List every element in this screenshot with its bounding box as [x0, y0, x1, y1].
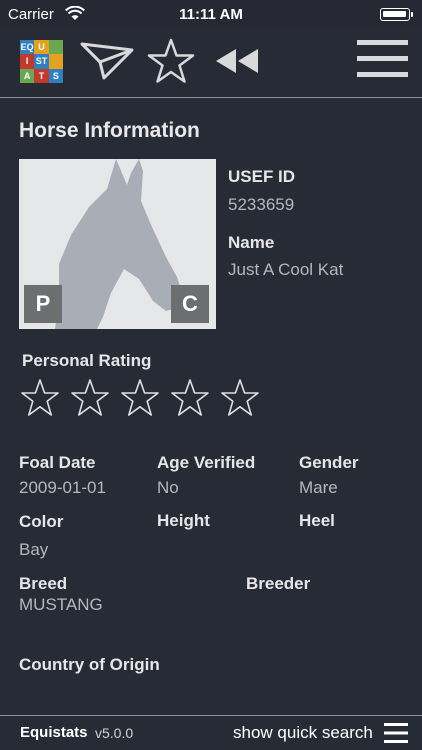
name-value: Just A Cool Kat	[228, 260, 344, 279]
rating-star-icon[interactable]	[20, 378, 60, 418]
heel-label: Heel	[299, 511, 335, 530]
page-title: Horse Information	[19, 119, 200, 142]
foal-date-value: 2009-01-01	[19, 478, 106, 497]
gender-value: Mare	[299, 478, 338, 497]
equistats-logo[interactable]: EQ U I ST A T S	[20, 40, 63, 83]
photo-badge-p[interactable]: P	[24, 285, 62, 323]
toolbar: EQ U I ST A T S	[0, 28, 422, 98]
usef-id-value: 5233659	[228, 195, 295, 214]
color-value: Bay	[19, 540, 49, 559]
rating-stars	[20, 378, 260, 418]
status-bar: Carrier 11:11 AM	[0, 0, 422, 28]
breed-value: MUSTANG	[19, 595, 103, 614]
battery-icon	[380, 8, 410, 21]
send-icon[interactable]	[80, 40, 134, 80]
quick-search-menu-icon[interactable]	[384, 722, 408, 744]
logo-tile: S	[48, 68, 63, 83]
age-verified-value: No	[157, 478, 179, 497]
breed-label: Breed	[19, 574, 68, 593]
clock: 11:11 AM	[179, 6, 243, 23]
breeder-label: Breeder	[246, 574, 311, 593]
logo-tile	[48, 54, 63, 69]
horse-photo[interactable]: P C	[19, 159, 216, 329]
version-label: v5.0.0	[95, 725, 134, 741]
height-label: Height	[157, 511, 210, 530]
age-verified-label: Age Verified	[157, 453, 256, 472]
photo-badge-c[interactable]: C	[171, 285, 209, 323]
gender-label: Gender	[299, 453, 359, 472]
bottom-bar: Equistats v5.0.0 show quick search	[0, 715, 422, 750]
menu-icon[interactable]	[357, 40, 408, 78]
show-quick-search-button[interactable]: show quick search	[233, 723, 373, 743]
bottom-divider	[0, 715, 422, 716]
rating-star-icon[interactable]	[120, 378, 160, 418]
logo-tile	[48, 40, 63, 55]
logo-tile: ST	[34, 54, 49, 69]
personal-rating-label: Personal Rating	[22, 351, 152, 370]
rating-star-icon[interactable]	[170, 378, 210, 418]
rating-star-icon[interactable]	[70, 378, 110, 418]
logo-tile: A	[20, 68, 35, 83]
star-icon[interactable]	[147, 38, 195, 84]
country-of-origin-label: Country of Origin	[19, 655, 160, 674]
rating-star-icon[interactable]	[220, 378, 260, 418]
color-label: Color	[19, 512, 64, 531]
battery-tip	[411, 12, 413, 17]
logo-tile: I	[20, 54, 35, 69]
toolbar-divider	[0, 97, 422, 98]
logo-tile: EQ	[20, 40, 35, 55]
logo-tile: U	[34, 40, 49, 55]
brand-label: Equistats	[20, 724, 88, 741]
usef-id-label: USEF ID	[228, 167, 296, 186]
name-label: Name	[228, 233, 275, 252]
rewind-icon[interactable]	[214, 48, 260, 74]
logo-tile: T	[34, 68, 49, 83]
foal-date-label: Foal Date	[19, 453, 96, 472]
